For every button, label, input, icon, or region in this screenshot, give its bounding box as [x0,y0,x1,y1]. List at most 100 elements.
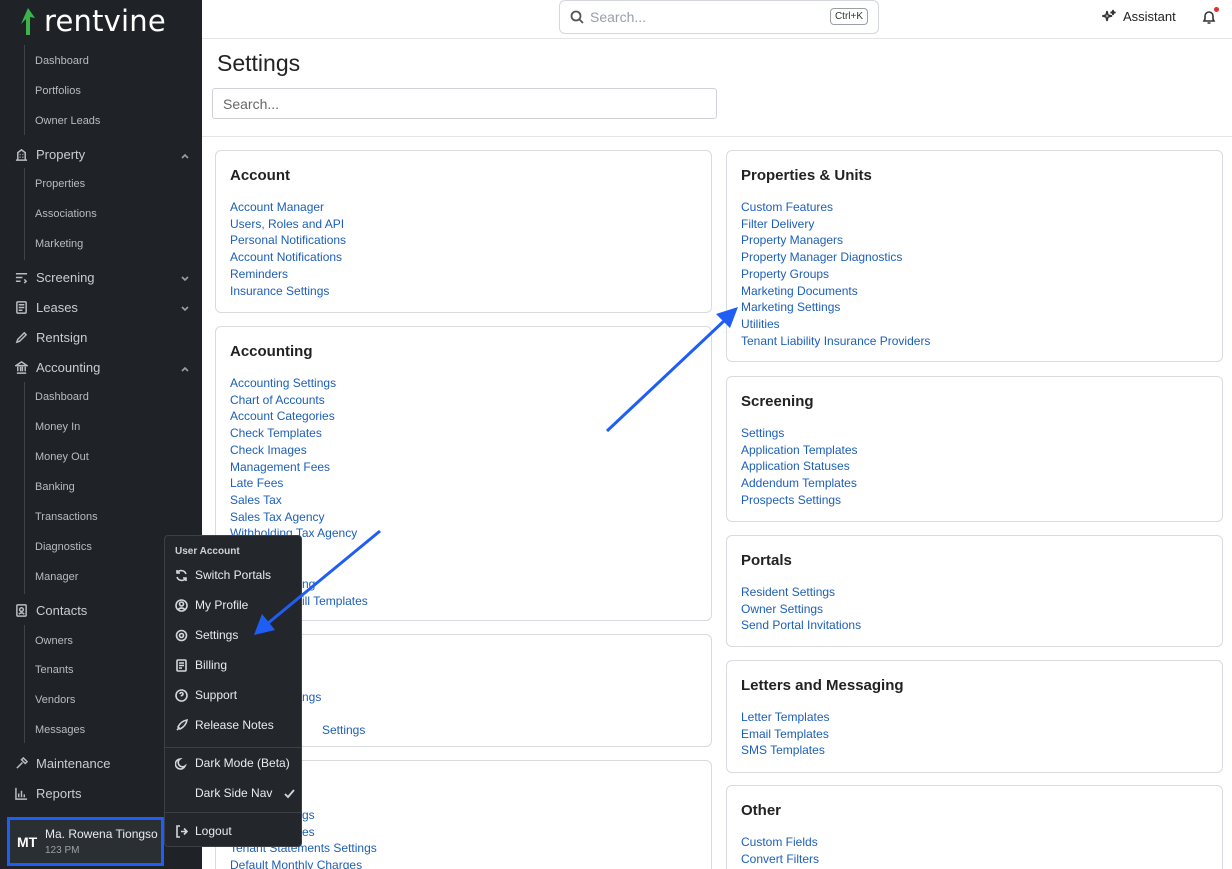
menu-item-switch-portals[interactable]: Switch Portals [175,565,295,585]
link-tenant-liability-insurance[interactable]: Tenant Liability Insurance Providers [741,333,1208,350]
hammer-icon [14,756,28,770]
link-addendum-templates[interactable]: Addendum Templates [741,475,1208,492]
link-marketing-documents[interactable]: Marketing Documents [741,283,1208,300]
top-bar: Search... Ctrl+K Assistant [202,0,1232,39]
sidebar-item-properties[interactable]: Properties [35,178,85,190]
document-icon [14,300,28,314]
sidebar-item-messages[interactable]: Messages [35,724,85,736]
sidebar-item-diagnostics[interactable]: Diagnostics [35,541,92,553]
link-custom-features[interactable]: Custom Features [741,199,1208,216]
card-properties-units: Properties & Units Custom Features Filte… [726,150,1223,362]
shortcut-badge: Ctrl+K [829,8,868,25]
link-property-groups[interactable]: Property Groups [741,266,1208,283]
sidebar-item-money-out[interactable]: Money Out [35,451,89,463]
link-resident-settings[interactable]: Resident Settings [741,584,1208,601]
help-circle-icon [175,688,188,702]
link-sms-templates[interactable]: SMS Templates [741,742,1208,759]
link-application-templates[interactable]: Application Templates [741,442,1208,459]
link-property-managers[interactable]: Property Managers [741,232,1208,249]
menu-item-support[interactable]: Support [175,685,295,705]
sidebar-item-marketing[interactable]: Marketing [35,238,83,250]
link-accounting-settings[interactable]: Accounting Settings [230,375,697,392]
global-search[interactable]: Search... Ctrl+K [559,0,879,34]
bar-chart-icon [14,786,28,800]
menu-item-label: My Profile [195,598,249,612]
menu-item-release-notes[interactable]: Release Notes [175,715,295,735]
menu-item-dark-mode[interactable]: Dark Mode (Beta) [174,753,295,773]
link-application-statuses[interactable]: Application Statuses [741,458,1208,475]
sidebar-section-leases[interactable]: Leases [14,297,190,317]
link-marketing-settings[interactable]: Marketing Settings [741,299,1208,316]
chevron-up-icon [180,149,190,159]
link-management-fees[interactable]: Management Fees [230,459,697,476]
sidebar-item-manager[interactable]: Manager [35,571,78,583]
link-personal-notifications[interactable]: Personal Notifications [230,232,697,249]
menu-divider [165,812,301,813]
sidebar-item-dashboard[interactable]: Dashboard [35,55,89,67]
sidebar-section-label: Screening [36,269,95,285]
sidebar-section-label: Contacts [36,602,88,618]
menu-item-logout[interactable]: Logout [175,821,295,841]
link-send-portal-invitations[interactable]: Send Portal Invitations [741,617,1208,634]
rentvine-logo[interactable]: rentvine [18,4,166,38]
menu-item-label: Switch Portals [195,568,272,582]
link-check-templates[interactable]: Check Templates [230,425,697,442]
sidebar-item-transactions[interactable]: Transactions [35,511,98,523]
link-late-fees[interactable]: Late Fees [230,475,697,492]
refresh-icon [175,569,188,582]
sidebar-item-portfolios[interactable]: Portfolios [35,85,81,97]
logo-text: rentvine [44,4,166,38]
link-convert-filters[interactable]: Convert Filters [741,851,1208,868]
link-account-notifications[interactable]: Account Notifications [230,249,697,266]
link-default-monthly-charges[interactable]: Default Monthly Charges [230,857,697,869]
global-search-placeholder: Search... [590,9,647,25]
menu-item-label: Logout [195,824,232,838]
link-insurance-settings[interactable]: Insurance Settings [230,283,697,300]
menu-item-dark-side-nav[interactable]: Dark Side Nav [175,783,295,803]
notifications-button[interactable] [1201,7,1219,25]
settings-search-input[interactable] [212,88,717,119]
link-prospects-settings[interactable]: Prospects Settings [741,492,1208,509]
link-property-manager-diagnostics[interactable]: Property Manager Diagnostics [741,249,1208,266]
sidebar-item-vendors[interactable]: Vendors [35,694,75,706]
link-filter-delivery[interactable]: Filter Delivery [741,216,1208,233]
link-screening-settings[interactable]: Settings [741,425,1208,442]
assistant-button[interactable]: Assistant [1102,9,1176,24]
sidebar-item-owners[interactable]: Owners [35,635,73,647]
menu-divider [165,747,301,748]
menu-item-billing[interactable]: Billing [175,655,295,675]
menu-item-settings[interactable]: Settings [175,625,295,645]
user-circle-icon [175,598,188,612]
avatar-initials: MT [17,833,38,850]
link-email-templates[interactable]: Email Templates [741,726,1208,743]
link-account-categories[interactable]: Account Categories [230,408,697,425]
link-reminders[interactable]: Reminders [230,266,697,283]
menu-item-my-profile[interactable]: My Profile [175,595,295,615]
rocket-icon [175,718,188,732]
user-time: 123 PM [45,845,80,856]
user-account-button[interactable]: MT Ma. Rowena Tiongso 123 PM [7,817,164,866]
sidebar-item-accounting-dashboard[interactable]: Dashboard [35,391,89,403]
link-custom-fields[interactable]: Custom Fields [741,834,1208,851]
link-owner-settings[interactable]: Owner Settings [741,601,1208,618]
sidebar-section-property[interactable]: Property [14,144,190,164]
link-sales-tax[interactable]: Sales Tax [230,492,697,509]
sidebar-section-screening[interactable]: Screening [14,267,190,287]
link-sales-tax-agency[interactable]: Sales Tax Agency [230,509,697,526]
sidebar-item-money-in[interactable]: Money In [35,421,80,433]
sidebar-item-banking[interactable]: Banking [35,481,75,493]
card-letters-messaging: Letters and Messaging Letter Templates E… [726,660,1223,773]
card-title: Portals [741,552,792,569]
sidebar-section-rentsign[interactable]: Rentsign [14,327,190,347]
link-utilities[interactable]: Utilities [741,316,1208,333]
link-users-roles-api[interactable]: Users, Roles and API [230,216,697,233]
link-account-manager[interactable]: Account Manager [230,199,697,216]
sidebar-section-accounting[interactable]: Accounting [14,357,190,377]
link-letter-templates[interactable]: Letter Templates [741,709,1208,726]
sidebar-item-associations[interactable]: Associations [35,208,97,220]
link-chart-of-accounts[interactable]: Chart of Accounts [230,392,697,409]
sidebar-item-tenants[interactable]: Tenants [35,664,74,676]
card-title: Screening [741,393,814,410]
sidebar-item-owner-leads[interactable]: Owner Leads [35,115,100,127]
link-check-images[interactable]: Check Images [230,442,697,459]
